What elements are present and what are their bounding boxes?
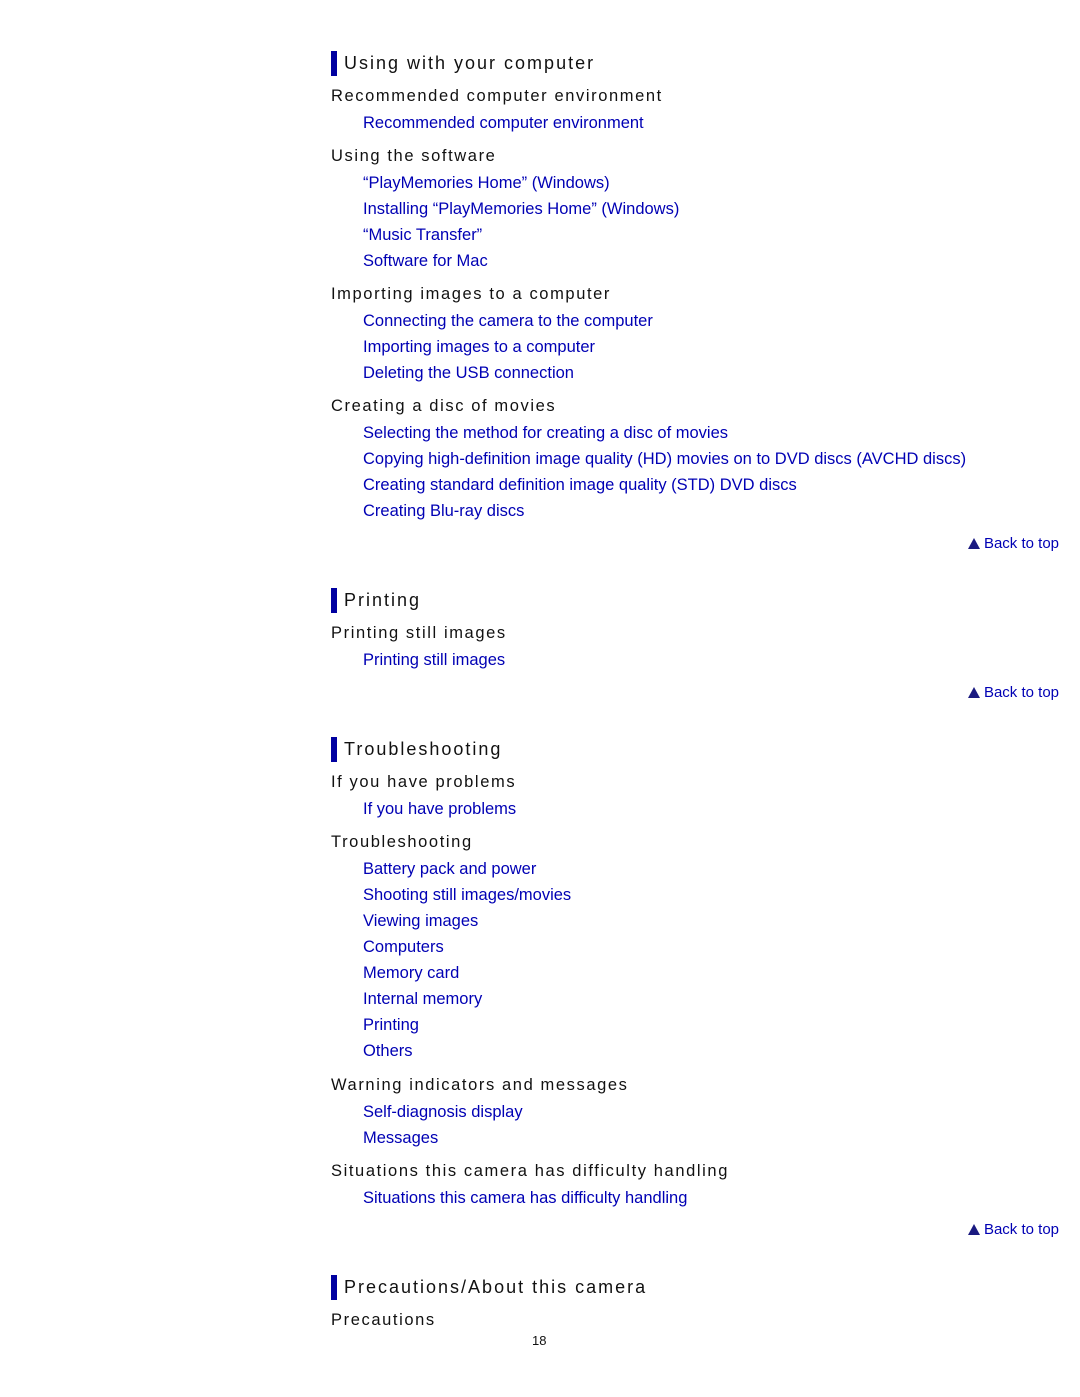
link[interactable]: Importing images to a computer <box>363 338 595 357</box>
link[interactable]: Battery pack and power <box>363 860 536 879</box>
section-bar <box>331 737 337 762</box>
link[interactable]: Installing “PlayMemories Home” (Windows) <box>363 200 679 219</box>
subheading: Using the software <box>331 147 497 165</box>
section-bar <box>331 51 337 76</box>
subheading: Warning indicators and messages <box>331 1076 629 1094</box>
link[interactable]: Viewing images <box>363 912 478 931</box>
subheading: Printing still images <box>331 624 507 642</box>
link[interactable]: Self-diagnosis display <box>363 1103 523 1122</box>
section-title-troubleshooting: Troubleshooting <box>344 739 503 759</box>
link[interactable]: Selecting the method for creating a disc… <box>363 424 728 443</box>
subheading: If you have problems <box>331 773 517 791</box>
document-page: Using with your computer Recommended com… <box>0 0 1080 1397</box>
link[interactable]: Situations this camera has difficulty ha… <box>363 1189 687 1208</box>
link[interactable]: If you have problems <box>363 800 516 819</box>
link[interactable]: Creating Blu-ray discs <box>363 502 524 521</box>
link[interactable]: Recommended computer environment <box>363 114 644 133</box>
back-to-top-label: Back to top <box>983 535 1059 552</box>
link[interactable]: Messages <box>363 1129 438 1148</box>
back-to-top-link[interactable]: Back to top <box>967 684 1059 701</box>
link[interactable]: Software for Mac <box>363 252 488 271</box>
link[interactable]: Printing still images <box>363 651 505 670</box>
subheading: Recommended computer environment <box>331 87 663 105</box>
back-to-top-label: Back to top <box>983 1221 1059 1238</box>
link[interactable]: Memory card <box>363 964 459 983</box>
link[interactable]: Connecting the camera to the computer <box>363 312 653 331</box>
link[interactable]: “Music Transfer” <box>363 226 482 245</box>
link[interactable]: Deleting the USB connection <box>363 364 574 383</box>
subheading: Importing images to a computer <box>331 285 612 303</box>
triangle-up-icon <box>967 538 980 549</box>
subheading: Creating a disc of movies <box>331 397 557 415</box>
triangle-up-icon <box>967 1224 980 1235</box>
section-title-precautions: Precautions/About this camera <box>344 1277 648 1297</box>
section-title-printing: Printing <box>344 590 422 610</box>
link[interactable]: Internal memory <box>363 990 482 1009</box>
link[interactable]: Computers <box>363 938 444 957</box>
section-title-using-with-computer: Using with your computer <box>344 53 596 73</box>
back-to-top-label: Back to top <box>983 684 1059 701</box>
section-bar <box>331 588 337 613</box>
back-to-top-link[interactable]: Back to top <box>967 535 1059 552</box>
link[interactable]: Printing <box>363 1016 419 1035</box>
link[interactable]: “PlayMemories Home” (Windows) <box>363 174 610 193</box>
link[interactable]: Shooting still images/movies <box>363 886 571 905</box>
section-bar <box>331 1275 337 1300</box>
page-number: 18 <box>532 1333 547 1348</box>
link[interactable]: Others <box>363 1042 413 1061</box>
link[interactable]: Copying high-definition image quality (H… <box>363 450 966 469</box>
triangle-up-icon <box>967 687 980 698</box>
back-to-top-link[interactable]: Back to top <box>967 1221 1059 1238</box>
subheading: Troubleshooting <box>331 833 473 851</box>
subheading: Precautions <box>331 1311 436 1329</box>
subheading: Situations this camera has difficulty ha… <box>331 1162 729 1180</box>
link[interactable]: Creating standard definition image quali… <box>363 476 797 495</box>
